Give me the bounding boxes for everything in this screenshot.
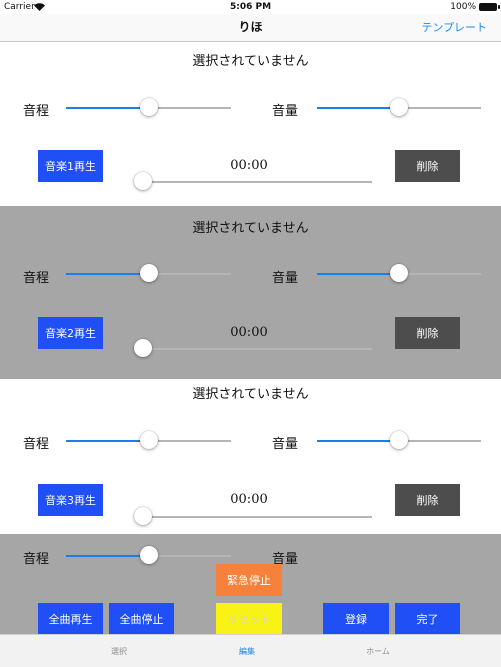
tab-home[interactable]: ホーム	[328, 646, 428, 657]
slider-fill	[66, 555, 149, 557]
master-pitch-label: 音程	[23, 552, 50, 567]
slider-fill	[317, 107, 399, 109]
template-button[interactable]: テンプレート	[421, 14, 487, 41]
delete-button[interactable]: 削除	[395, 317, 460, 349]
tab-bar: 選択 編集 ホーム	[0, 634, 501, 667]
tab-edit[interactable]: 編集	[197, 646, 297, 657]
volume-label: 音量	[272, 104, 299, 119]
volume-label: 音量	[272, 437, 299, 452]
slider-fill	[66, 440, 149, 442]
volume-slider[interactable]	[317, 263, 481, 285]
status-time: 5:06 PM	[229, 2, 272, 12]
track-panel-3: 選択されていません 音程 音量 音楽3再生 00:00 削除	[0, 379, 501, 534]
pitch-slider[interactable]	[66, 263, 231, 285]
slider-thumb[interactable]	[390, 98, 408, 116]
slider-thumb[interactable]	[134, 172, 152, 190]
track-panel-2: 選択されていません 音程 音量 音楽2再生 00:00 削除	[0, 206, 501, 379]
pitch-label: 音程	[23, 104, 50, 119]
pitch-label: 音程	[23, 437, 50, 452]
slider-fill	[66, 273, 149, 275]
master-control-panel: 音程 音量 緊急停止 全曲再生 全曲停止 リセット 登録 完了	[0, 534, 501, 635]
volume-slider[interactable]	[317, 430, 481, 452]
stop-all-button[interactable]: 全曲停止	[109, 603, 174, 635]
tab-select[interactable]: 選択	[69, 646, 169, 657]
slider-track	[134, 348, 372, 350]
navigation-bar: りほ テンプレート	[0, 14, 501, 42]
elapsed-time: 00:00	[230, 492, 268, 507]
battery-percent: 100%	[450, 2, 476, 12]
done-button[interactable]: 完了	[395, 603, 460, 635]
slider-track	[134, 181, 372, 183]
track-status: 選択されていません	[192, 54, 309, 69]
register-button[interactable]: 登録	[323, 603, 389, 635]
slider-track	[134, 516, 372, 518]
reset-button[interactable]: リセット	[216, 603, 282, 635]
playback-position-slider[interactable]	[134, 506, 372, 528]
play-music-3-button[interactable]: 音楽3再生	[38, 484, 103, 516]
emergency-stop-button[interactable]: 緊急停止	[216, 564, 282, 596]
slider-fill	[317, 440, 399, 442]
slider-thumb[interactable]	[139, 546, 158, 564]
track-status: 選択されていません	[192, 387, 309, 402]
pitch-label: 音程	[23, 271, 50, 286]
delete-button[interactable]: 削除	[395, 150, 460, 182]
slider-thumb[interactable]	[390, 264, 408, 282]
track-panel-1: 選択されていません 音程 音量 音楽1再生 00:00 削除	[0, 42, 501, 206]
slider-thumb[interactable]	[134, 339, 152, 357]
pitch-slider[interactable]	[66, 430, 231, 452]
slider-thumb[interactable]	[390, 431, 408, 449]
master-pitch-slider[interactable]	[66, 545, 231, 567]
volume-slider[interactable]	[317, 97, 481, 119]
playback-position-slider[interactable]	[134, 338, 372, 360]
status-bar: Carrier 5:06 PM 100%	[0, 0, 501, 14]
slider-thumb[interactable]	[139, 264, 158, 282]
track-status: 選択されていません	[192, 221, 309, 236]
play-all-button[interactable]: 全曲再生	[38, 603, 103, 635]
slider-thumb[interactable]	[134, 507, 152, 525]
play-music-1-button[interactable]: 音楽1再生	[38, 150, 103, 182]
play-music-2-button[interactable]: 音楽2再生	[38, 317, 103, 349]
playback-position-slider[interactable]	[134, 171, 372, 193]
slider-thumb[interactable]	[139, 431, 158, 449]
slider-fill	[66, 107, 149, 109]
slider-thumb[interactable]	[139, 98, 158, 116]
battery-icon	[479, 3, 500, 11]
delete-button[interactable]: 削除	[395, 484, 460, 516]
slider-fill	[317, 273, 399, 275]
battery-indicator: 100%	[450, 0, 500, 14]
volume-label: 音量	[272, 271, 299, 286]
pitch-slider[interactable]	[66, 97, 231, 119]
